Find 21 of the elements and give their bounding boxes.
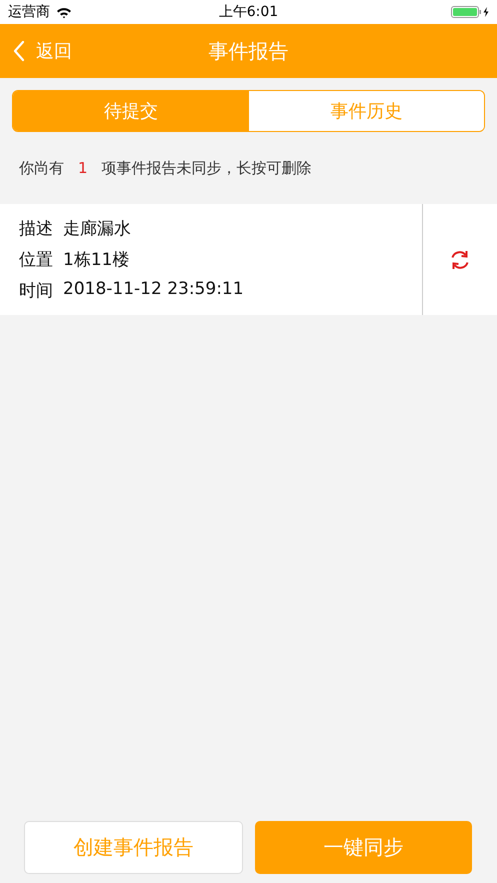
field-value: 1栋11楼 xyxy=(63,249,130,271)
segment-tab[interactable]: 待提交 xyxy=(13,91,248,131)
wifi-icon xyxy=(56,6,72,18)
notice-text: 项事件报告未同步，长按可删除 xyxy=(102,158,312,178)
report-card[interactable]: 描述 走廊漏水 位置 1栋11楼 时间 2018-11-12 23:59:11 xyxy=(0,204,497,315)
carrier-name: 运营商 xyxy=(8,3,50,21)
back-chevron-icon xyxy=(12,40,26,62)
notice-text: 你尚有 xyxy=(19,158,64,178)
page-title: 事件报告 xyxy=(208,38,288,64)
back-button[interactable]: 返回 xyxy=(0,39,72,63)
sync-all-button[interactable]: 一键同步 xyxy=(255,821,472,874)
field-label: 描述 xyxy=(19,218,53,240)
create-report-button[interactable]: 创建事件报告 xyxy=(24,821,243,874)
battery-icon xyxy=(451,6,489,18)
field-label: 时间 xyxy=(19,280,53,302)
pending-count: 1 xyxy=(78,159,88,177)
refresh-icon xyxy=(449,248,471,270)
field-value: 2018-11-12 23:59:11 xyxy=(63,279,244,301)
field-label: 位置 xyxy=(19,249,53,271)
status-time: 上午6:01 xyxy=(218,3,278,21)
field-value: 走廊漏水 xyxy=(63,218,131,240)
